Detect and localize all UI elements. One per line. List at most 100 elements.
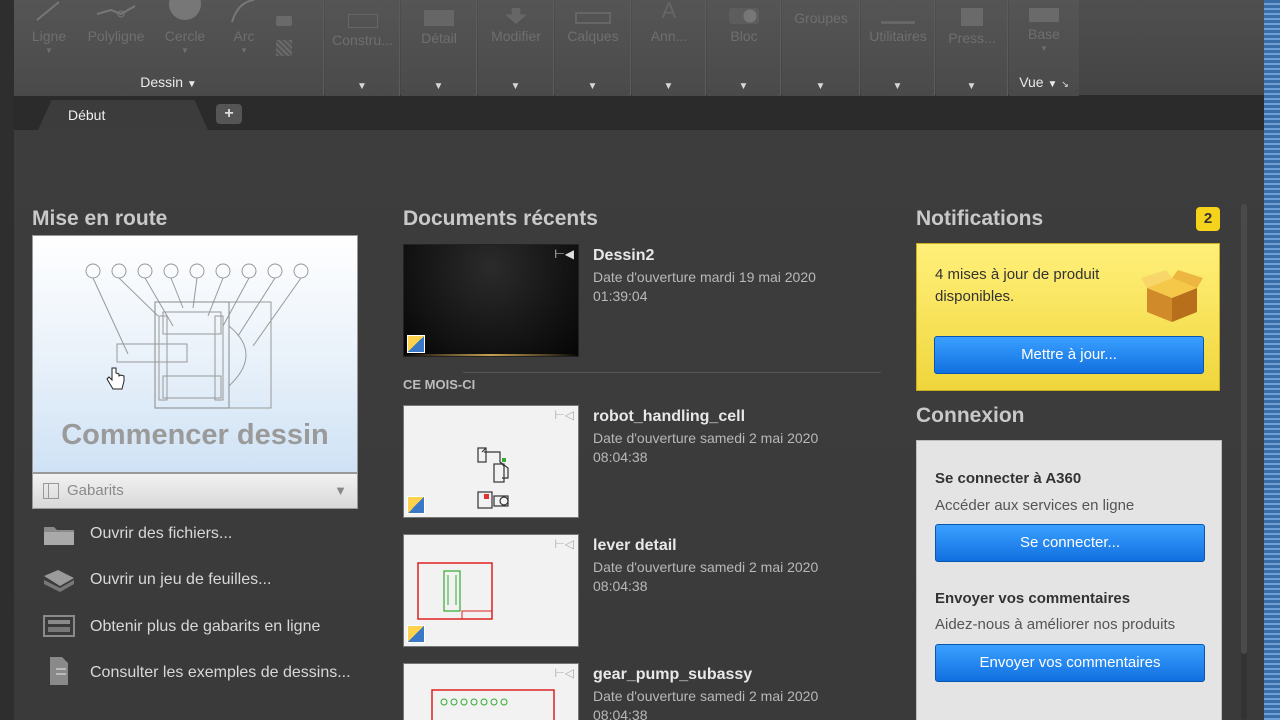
chevron-down-icon: ▼ — [1047, 79, 1058, 90]
new-tab-button[interactable]: + — [216, 104, 242, 124]
scrollbar[interactable] — [1241, 204, 1247, 720]
connection-card: Se connecter à A360 Accéder aux services… — [916, 440, 1222, 720]
notifications-heading: Notifications — [916, 207, 1044, 230]
ribbon-panel-construct[interactable]: Constru... ▼ — [325, 0, 400, 96]
robot-cell-preview — [477, 447, 509, 509]
unpinned-icon[interactable]: ⊢◁ — [554, 408, 574, 422]
chevron-down-icon[interactable]: ▼ — [707, 81, 780, 92]
layers-icon — [575, 12, 611, 24]
ribbon-tool-line[interactable]: Ligne ▼ — [24, 0, 74, 55]
recent-doc-name[interactable]: gear_pump_subassy — [593, 666, 752, 684]
ribbon-tool-polyline[interactable]: Polyligne — [80, 0, 152, 44]
tool-label: Polyligne — [87, 28, 145, 44]
panel-title-label: Vue — [1019, 74, 1044, 90]
chevron-down-icon[interactable]: ▼ — [861, 81, 934, 92]
unpinned-icon[interactable]: ⊢◁ — [554, 537, 574, 551]
doc-date-line: Date d'ouverture samedi 2 mai 2020 — [593, 559, 819, 575]
panel-label: Groupes — [794, 10, 848, 26]
panel-title-draw[interactable]: Dessin ▼ — [14, 72, 323, 92]
start-drawing-card[interactable]: Commencer dessin — [32, 235, 358, 473]
tab-label: Début — [68, 107, 106, 123]
notification-message: 4 mises à jour de produit disponibles. — [935, 266, 1100, 305]
panel-label: Détail — [421, 30, 457, 46]
ribbon: Ligne ▼ Polyligne Cercle ▼ Arc ▼ Dessin … — [14, 0, 1264, 96]
chevron-down-icon: ▼ — [186, 79, 197, 90]
dialog-launcher-icon[interactable]: ↘ — [1061, 79, 1069, 89]
chevron-down-icon[interactable]: ▼ — [478, 81, 553, 92]
panel-title-label: Dessin — [140, 74, 183, 90]
dwg-file-icon — [407, 335, 425, 353]
base-view-icon — [1029, 8, 1059, 22]
feedback-subtitle: Aidez-nous à améliorer nos produits — [935, 616, 1176, 633]
signin-button[interactable]: Se connecter... — [935, 524, 1205, 562]
ribbon-tool-circle[interactable]: Cercle ▼ — [160, 0, 210, 55]
ribbon-panel-detail[interactable]: Détail ▼ — [401, 0, 477, 96]
folder-icon — [44, 527, 74, 545]
get-more-templates-link[interactable]: Obtenir plus de gabarits en ligne — [90, 618, 320, 636]
recent-doc-thumbnail[interactable]: ⊢◁ — [403, 534, 579, 647]
start-drawing-label: Commencer dessin — [61, 419, 329, 451]
chevron-down-icon[interactable]: ▼ — [632, 81, 705, 92]
chevron-down-icon: ▼ — [1040, 44, 1048, 53]
block-icon — [729, 8, 759, 24]
panel-tool: Press... — [936, 8, 1008, 46]
recent-doc-thumbnail[interactable]: ⊢◀ — [403, 244, 579, 357]
chevron-down-icon: ▼ — [45, 46, 53, 55]
chevron-down-icon[interactable]: ▼ — [325, 81, 399, 92]
ribbon-tool-arc[interactable]: Arc ▼ — [224, 0, 264, 55]
chevron-down-icon[interactable]: ▼ — [782, 81, 859, 92]
recent-doc-thumbnail[interactable]: ⊢◁ — [403, 405, 579, 518]
recent-doc-name[interactable]: Dessin2 — [593, 247, 654, 265]
tool-label: Base — [1028, 26, 1060, 42]
tool-label: Arc — [233, 28, 255, 44]
hatch-tools[interactable] — [276, 12, 310, 64]
chevron-down-icon[interactable]: ▼ — [555, 81, 630, 92]
send-feedback-button[interactable]: Envoyer vos commentaires — [935, 644, 1205, 682]
panel-label: Constru... — [332, 32, 393, 48]
unpinned-icon[interactable]: ⊢◁ — [554, 666, 574, 680]
ribbon-panel-annotate[interactable]: A Ann... ▼ — [632, 0, 706, 96]
ribbon-panel-draw: Ligne ▼ Polyligne Cercle ▼ Arc ▼ Dessin … — [14, 0, 324, 96]
panel-title-view[interactable]: Vue ▼ ↘ — [1009, 72, 1079, 92]
open-sheet-set-link[interactable]: Ouvrir un jeu de feuilles... — [90, 571, 271, 589]
circle-icon — [169, 0, 201, 20]
tab-start[interactable]: Début — [38, 100, 208, 130]
text-icon: A — [661, 0, 677, 23]
ribbon-panel-modify[interactable]: Modifier ▼ — [478, 0, 554, 96]
doc-time-line: 08:04:38 — [593, 449, 648, 465]
chevron-down-icon[interactable]: ▼ — [936, 81, 1007, 92]
recent-doc-name[interactable]: robot_handling_cell — [593, 408, 745, 426]
templates-dropdown[interactable]: Gabarits ▼ — [32, 473, 358, 509]
panel-tool: Utilitaires — [861, 8, 935, 44]
ribbon-tool-base[interactable]: Base ▼ — [1009, 8, 1079, 53]
recent-doc-thumbnail[interactable]: ⊢◁ — [403, 663, 579, 720]
ribbon-panel-groups[interactable]: Groupes ▼ — [782, 0, 860, 96]
polyline-icon — [96, 5, 136, 18]
sample-drawings-link[interactable]: Consulter les exemples de dessins... — [90, 664, 351, 682]
pinned-icon[interactable]: ⊢◀ — [554, 247, 574, 261]
ribbon-panel-layers[interactable]: Calques ▼ — [555, 0, 631, 96]
chevron-down-icon: ▼ — [334, 483, 347, 498]
ribbon-panel-clipboard[interactable]: Press... ▼ — [936, 0, 1008, 96]
measure-icon — [881, 14, 915, 24]
notification-count-badge: 2 — [1196, 207, 1220, 231]
move-icon — [505, 8, 527, 24]
ribbon-panel-utilities[interactable]: Utilitaires ▼ — [861, 0, 935, 96]
rectangle-icon — [276, 16, 292, 26]
recent-doc-date: Date d'ouverture samedi 2 mai 2020 08:04… — [593, 429, 843, 467]
ribbon-panel-block[interactable]: Bloc ▼ — [707, 0, 781, 96]
panel-tool: Modifier — [478, 8, 554, 44]
hatch-icon — [276, 40, 292, 56]
tool-label: Ligne — [31, 28, 67, 44]
scrollbar-thumb[interactable] — [1241, 204, 1247, 654]
chevron-down-icon[interactable]: ▼ — [401, 81, 476, 92]
ribbon-panel-view: Base ▼ Vue ▼ ↘ — [1009, 0, 1079, 96]
open-files-link[interactable]: Ouvrir des fichiers... — [90, 525, 232, 543]
panel-label: Press... — [948, 30, 996, 46]
update-button[interactable]: Mettre à jour... — [934, 336, 1204, 374]
doc-date-line: Date d'ouverture samedi 2 mai 2020 — [593, 430, 819, 446]
signin-title: Se connecter à A360 — [935, 470, 1082, 487]
doc-date-line: Date d'ouverture mardi 19 mai 2020 — [593, 269, 816, 285]
window-right-edge — [1264, 0, 1280, 720]
recent-doc-name[interactable]: lever detail — [593, 537, 677, 555]
